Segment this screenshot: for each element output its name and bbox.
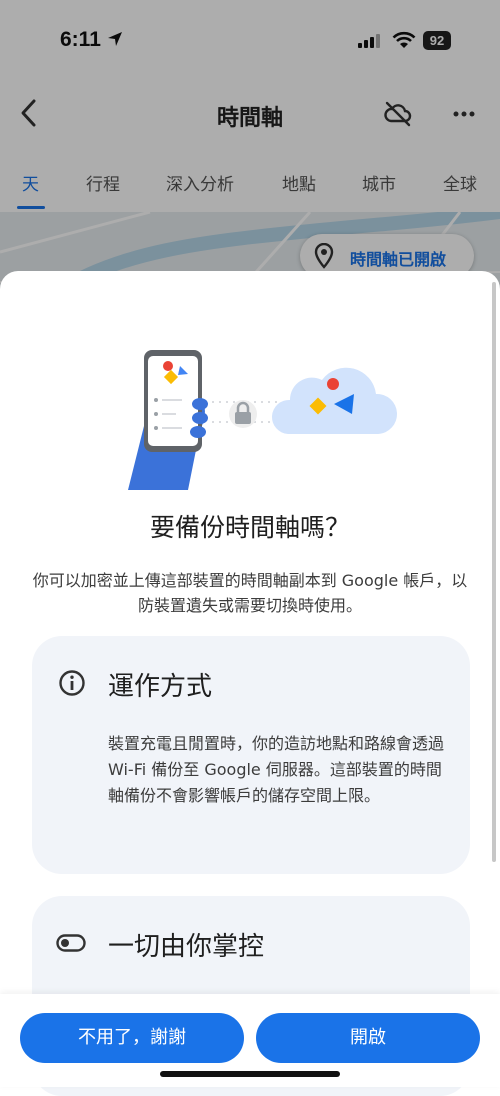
- backup-illustration: [128, 350, 398, 490]
- turn-on-button[interactable]: 開啟: [256, 1013, 480, 1063]
- info-icon: [59, 670, 85, 696]
- scrollbar[interactable]: [492, 282, 496, 862]
- toggle-icon: [56, 934, 86, 952]
- scrim[interactable]: [0, 0, 500, 290]
- decline-button[interactable]: 不用了，謝謝: [20, 1013, 244, 1063]
- sheet-description: 你可以加密並上傳這部裝置的時間軸副本到 Google 帳戶，以防裝置遺失或需要切…: [32, 571, 468, 615]
- how-it-works-title: 運作方式: [108, 672, 213, 702]
- how-it-works-body: 裝置充電且閒置時，你的造訪地點和路線會透過 Wi-Fi 備份至 Google 伺…: [108, 734, 445, 805]
- you-control-title: 一切由你掌控: [108, 932, 265, 962]
- sheet-heading: 要備份時間軸嗎？: [149, 513, 350, 542]
- home-indicator[interactable]: [160, 1071, 340, 1077]
